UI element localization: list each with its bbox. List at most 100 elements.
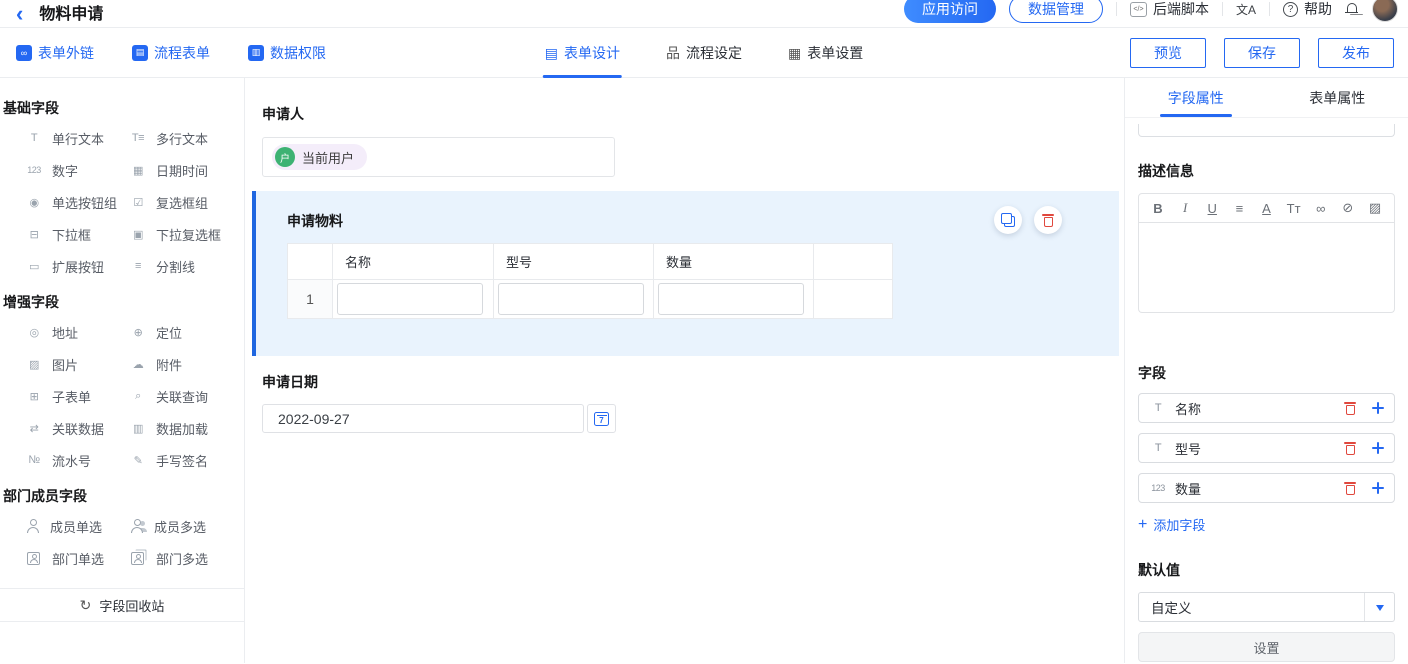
model-cell-input[interactable] (498, 283, 644, 315)
sidebar-item-member-multi[interactable]: 成员多选 (128, 510, 232, 542)
settings-button[interactable]: 设置 (1138, 632, 1395, 662)
item-label: 附件 (156, 355, 182, 374)
model-cell (494, 280, 654, 319)
app-access-button[interactable]: 应用访问 (904, 0, 996, 23)
sidebar-item-related-data[interactable]: ⇄ 关联数据 (24, 412, 128, 444)
sidebar-item-datetime[interactable]: ▦ 日期时间 (128, 154, 232, 186)
sidebar-item-image[interactable]: ▨ 图片 (24, 348, 128, 380)
delete-field-icon[interactable] (1344, 401, 1356, 415)
insert-image-icon[interactable]: ▨ (1367, 200, 1383, 216)
link-icon[interactable]: ∞ (1313, 201, 1329, 216)
data-management-button[interactable]: 数据管理 (1009, 0, 1103, 23)
column-header-name[interactable]: 名称 (333, 244, 494, 280)
sidebar-item-number[interactable]: 123 数字 (24, 154, 128, 186)
preview-button[interactable]: 预览 (1130, 38, 1206, 68)
delete-field-icon[interactable] (1344, 481, 1356, 495)
sidebar-item-radio-group[interactable]: ◉ 单选按钮组 (24, 186, 128, 218)
data-permission-button[interactable]: ▥ 数据权限 (248, 43, 326, 63)
duplicate-field-button[interactable] (994, 206, 1022, 234)
default-value-select[interactable]: 自定义 (1138, 592, 1395, 622)
italic-icon[interactable]: I (1177, 200, 1193, 216)
form-setting-icon: ▦ (788, 45, 801, 62)
field-title-input-partial[interactable] (1138, 124, 1395, 137)
name-cell-input[interactable] (337, 283, 483, 315)
tab-field-properties[interactable]: 字段属性 (1125, 78, 1267, 117)
flow-form-button[interactable]: ▤ 流程表单 (132, 43, 210, 63)
date-field[interactable]: 申请日期 (262, 372, 1124, 433)
field-row-name[interactable]: T 名称 (1138, 393, 1395, 423)
chip-label: 当前用户 (302, 148, 354, 167)
tab-form-design[interactable]: ▤ 表单设计 (545, 28, 620, 78)
selected-field-actions (994, 206, 1062, 234)
tab-form-properties[interactable]: 表单属性 (1267, 78, 1408, 117)
name-cell (333, 280, 494, 319)
field-row-quantity[interactable]: 123 数量 (1138, 473, 1395, 503)
current-user-chip[interactable]: 户 当前用户 (272, 144, 367, 170)
sidebar-item-subform[interactable]: ⊞ 子表单 (24, 380, 128, 412)
delete-field-button[interactable] (1034, 206, 1062, 234)
calendar-icon (594, 412, 609, 426)
sidebar-item-signature[interactable]: ✎ 手写签名 (128, 444, 232, 476)
language-icon[interactable]: 文A (1236, 1, 1256, 18)
sidebar-item-member-single[interactable]: 成员单选 (24, 510, 128, 542)
backend-script-button[interactable]: </> 后端脚本 (1130, 0, 1209, 19)
item-label: 地址 (52, 323, 78, 342)
sidebar-item-single-line-text[interactable]: T 单行文本 (24, 122, 128, 154)
date-input[interactable] (262, 404, 584, 433)
font-color-icon[interactable]: A (1259, 201, 1275, 216)
sidebar-item-data-load[interactable]: ▥ 数据加载 (128, 412, 232, 444)
delete-field-icon[interactable] (1344, 441, 1356, 455)
sidebar-item-extend-button[interactable]: ▭ 扩展按钮 (24, 250, 128, 282)
add-field-button[interactable]: + 添加字段 (1138, 515, 1395, 534)
trailing-column-header (814, 244, 893, 280)
section-title-basic-fields: 基础字段 (0, 88, 244, 122)
align-icon[interactable]: ≡ (1231, 201, 1247, 216)
move-field-icon[interactable] (1372, 442, 1384, 454)
data-permission-icon: ▥ (248, 45, 264, 61)
unlink-icon[interactable]: ⊘ (1340, 200, 1356, 216)
column-header-model[interactable]: 型号 (494, 244, 654, 280)
calendar-button[interactable] (587, 404, 616, 433)
sidebar-item-department-single[interactable]: 部门单选 (24, 542, 128, 574)
sidebar-item-divider-line[interactable]: ≡ 分割线 (128, 250, 232, 282)
save-button[interactable]: 保存 (1224, 38, 1300, 68)
form-external-link-button[interactable]: ∞ 表单外链 (16, 43, 94, 63)
tab-flow-setting[interactable]: 品 流程设定 (666, 28, 742, 78)
applicant-field[interactable]: 申请人 户 当前用户 (262, 104, 1124, 177)
page-title[interactable]: 物料申请 (39, 0, 109, 28)
move-field-icon[interactable] (1372, 482, 1384, 494)
sidebar-item-checkbox-group[interactable]: ☑ 复选框组 (128, 186, 232, 218)
field-library-sidebar: 基础字段 T 单行文本 T≡ 多行文本 123 数字 ▦ 日期时间 ◉ 单选按钮… (0, 78, 245, 663)
sidebar-item-location[interactable]: ⊕ 定位 (128, 316, 232, 348)
sidebar-item-multi-line-text[interactable]: T≡ 多行文本 (128, 122, 232, 154)
applicant-input[interactable]: 户 当前用户 (262, 137, 615, 177)
sidebar-item-dropdown[interactable]: ⊟ 下拉框 (24, 218, 128, 250)
field-recycle-bin-button[interactable]: ↻ 字段回收站 (0, 588, 244, 622)
description-editor-area[interactable] (1138, 223, 1395, 313)
notification-bell-icon[interactable] (1345, 2, 1359, 17)
field-name: 型号 (1175, 439, 1336, 458)
user-avatar[interactable] (1372, 0, 1398, 22)
sidebar-item-attachment[interactable]: ☁ 附件 (128, 348, 232, 380)
column-header-quantity[interactable]: 数量 (654, 244, 814, 280)
field-row-model[interactable]: T 型号 (1138, 433, 1395, 463)
move-field-icon[interactable] (1372, 402, 1384, 414)
underline-icon[interactable]: U (1204, 201, 1220, 216)
sidebar-item-multi-dropdown[interactable]: ▣ 下拉复选框 (128, 218, 232, 250)
back-icon[interactable]: ‹ (16, 4, 23, 24)
related-data-icon: ⇄ (24, 422, 44, 435)
font-size-icon[interactable]: Tт (1286, 201, 1302, 216)
designer-tabs: ▤ 表单设计 品 流程设定 ▦ 表单设置 (545, 28, 863, 78)
sidebar-item-address[interactable]: ◎ 地址 (24, 316, 128, 348)
item-label: 部门多选 (156, 549, 208, 568)
sidebar-item-department-multi[interactable]: 部门多选 (128, 542, 232, 574)
help-button[interactable]: 帮助 (1283, 0, 1332, 19)
materials-subform-field-selected[interactable]: 申请物料 名称 型号 数量 1 (252, 191, 1119, 356)
bold-icon[interactable]: B (1150, 201, 1166, 216)
subform-icon: ⊞ (24, 390, 44, 403)
sidebar-item-serial-number[interactable]: № 流水号 (24, 444, 128, 476)
quantity-cell-input[interactable] (658, 283, 804, 315)
tab-form-setting[interactable]: ▦ 表单设置 (788, 28, 863, 78)
sidebar-item-lookup-query[interactable]: ⌕ 关联查询 (128, 380, 232, 412)
publish-button[interactable]: 发布 (1318, 38, 1394, 68)
